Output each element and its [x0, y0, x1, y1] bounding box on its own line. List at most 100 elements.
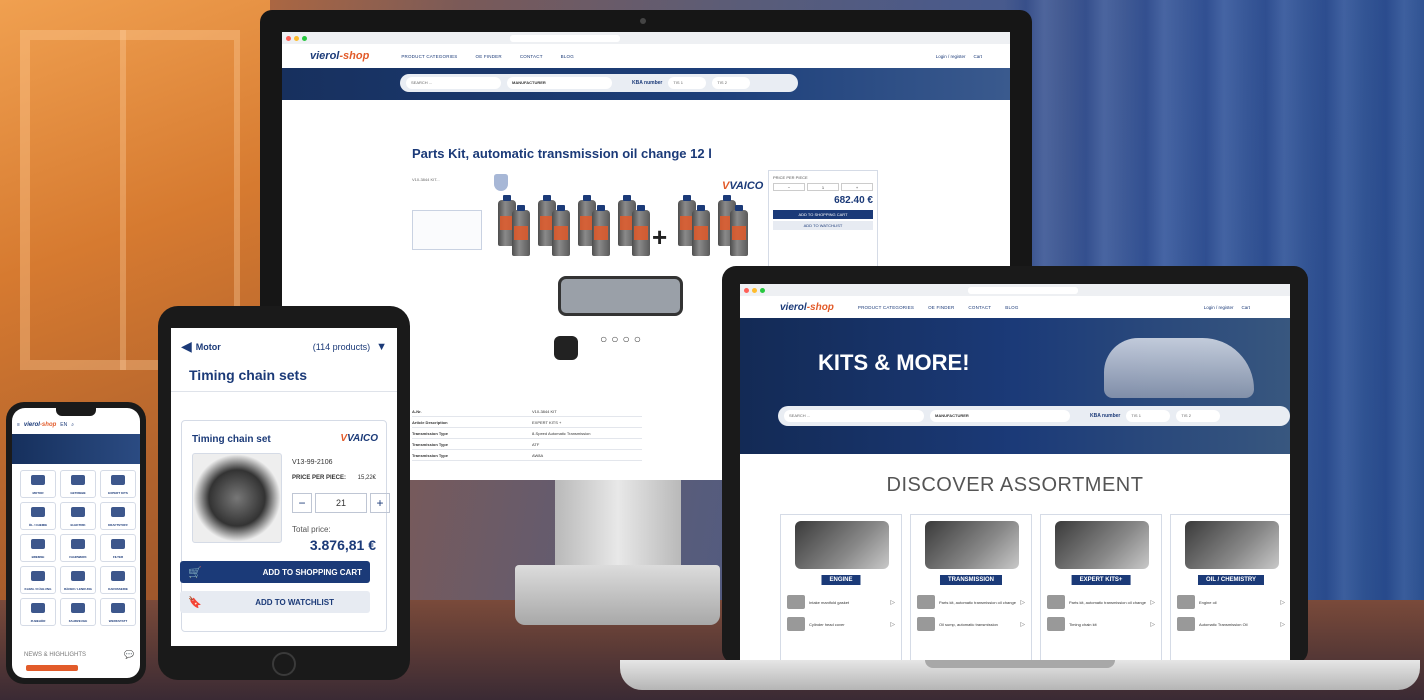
article-number: V10-3844 KIT...: [412, 177, 440, 182]
search-input[interactable]: SEARCH ...: [406, 77, 501, 89]
window-minimize-dot[interactable]: [752, 287, 757, 293]
list-item[interactable]: Automatic Transmission Oil ▷: [1177, 615, 1285, 633]
kba-label: KBA number: [1090, 413, 1121, 419]
category-tile[interactable]: GETRIEBE: [60, 470, 96, 498]
filter-icon[interactable]: ▼: [376, 341, 387, 353]
login-link[interactable]: Login / register: [1204, 305, 1234, 310]
suspension-icon: [71, 539, 85, 549]
manufacturer-select[interactable]: MANUFACTURER: [930, 410, 1070, 422]
item-thumbnail: [1047, 595, 1065, 609]
login-link[interactable]: Login / register: [936, 54, 966, 59]
phone-screen: ≡ vierol-shop EN ⌕ MOTOR GETRIEBE EXPERT…: [12, 408, 140, 678]
search-bar: SEARCH ... MANUFACTURER KBA number TIS 1…: [400, 74, 798, 92]
site-logo[interactable]: vierol-shop: [780, 302, 834, 313]
category-tile[interactable]: ZUBEHÖR: [20, 598, 56, 626]
add-to-watchlist-button[interactable]: 🔖 ADD TO WATCHLIST: [180, 591, 370, 613]
category-tile[interactable]: MOTOR: [20, 470, 56, 498]
nav-product-categories[interactable]: PRODUCT CATEGORIES: [858, 305, 914, 310]
nav-blog[interactable]: BLOG: [1005, 305, 1018, 310]
chat-icon[interactable]: 💬: [124, 650, 134, 659]
category-tile[interactable]: RÄDER / LENKUNG: [60, 566, 96, 594]
category-tile[interactable]: KAROSSERIE: [100, 566, 136, 594]
back-arrow-icon[interactable]: ◀: [181, 338, 192, 355]
product-name[interactable]: Timing chain set: [192, 434, 271, 445]
manufacturer-select[interactable]: MANUFACTURER: [507, 77, 612, 89]
category-tile[interactable]: FAHRWERK: [60, 534, 96, 562]
category-tile[interactable]: FILTER: [100, 534, 136, 562]
qty-value[interactable]: 1: [807, 183, 839, 191]
category-card-oil-chemistry[interactable]: OIL / CHEMISTRY Engine oil ▷ Automatic Tr…: [1170, 514, 1290, 664]
qty-decrease-button[interactable]: −: [292, 493, 312, 513]
location-pin-icon: [111, 603, 125, 613]
add-to-cart-button[interactable]: 🛒 ADD TO SHOPPING CART: [180, 561, 370, 583]
category-tile[interactable]: WERKSTATT: [100, 598, 136, 626]
site-logo[interactable]: vierol-shop: [24, 422, 56, 428]
qty-input[interactable]: 21: [315, 493, 367, 513]
oil-bottle: [692, 205, 710, 256]
highlight-badge[interactable]: [26, 665, 78, 671]
kba-input-2[interactable]: TIS 2: [1176, 410, 1221, 422]
qty-decrease[interactable]: −: [773, 183, 805, 191]
cart-link[interactable]: Cart: [1241, 305, 1250, 310]
address-bar[interactable]: [510, 34, 620, 42]
list-item[interactable]: Engine oil ▷: [1177, 593, 1285, 611]
cart-link[interactable]: Cart: [973, 54, 982, 59]
monitor-stand: [555, 480, 681, 570]
product-image[interactable]: [192, 453, 282, 543]
quantity-stepper[interactable]: − 1 +: [773, 183, 873, 191]
menu-icon[interactable]: ≡: [17, 422, 20, 428]
category-tile[interactable]: FAHRZEUGE: [60, 598, 96, 626]
add-to-cart-button[interactable]: ADD TO SHOPPING CART: [773, 210, 873, 219]
category-cards: ENGINE Intake manifold gasket ▷ Cylinder …: [780, 514, 1290, 664]
tablet-home-button[interactable]: [272, 652, 296, 676]
site-logo[interactable]: vierol-shop: [310, 50, 369, 62]
qty-increase-button[interactable]: +: [370, 493, 390, 513]
product-card: Timing chain set VVAICO V13-99-2106 PRIC…: [180, 420, 390, 632]
kba-input-1[interactable]: TIS 1: [1126, 410, 1171, 422]
list-item[interactable]: Cylinder head cover ▷: [787, 615, 895, 633]
oil-bottle: [632, 205, 650, 256]
table-row: A-Nr. V10-3844 KIT: [412, 406, 642, 417]
category-card-transmission[interactable]: TRANSMISSION Parts kit, automatic transm…: [910, 514, 1032, 664]
browser-chrome: [282, 32, 1010, 44]
window-minimize-dot[interactable]: [294, 35, 299, 41]
card-label: ENGINE: [821, 575, 861, 585]
kba-input-1[interactable]: TIS 1: [668, 77, 707, 89]
window-close-dot[interactable]: [286, 35, 291, 41]
nav-product-categories[interactable]: PRODUCT CATEGORIES: [401, 54, 457, 59]
category-tile[interactable]: ÖL / CHEMIE: [20, 502, 56, 530]
product-thumbnail[interactable]: [412, 210, 482, 250]
kba-input-2[interactable]: TIS 2: [712, 77, 751, 89]
window-maximize-dot[interactable]: [302, 35, 307, 41]
nav-contact[interactable]: CONTACT: [968, 305, 991, 310]
address-bar[interactable]: [968, 286, 1078, 294]
list-item[interactable]: Intake manifold gasket ▷: [787, 593, 895, 611]
add-to-watchlist-button[interactable]: ADD TO WATCHLIST: [773, 221, 873, 230]
language-switch[interactable]: EN: [60, 422, 67, 428]
o-rings-image: ○○○○: [600, 332, 645, 346]
qty-increase[interactable]: +: [841, 183, 873, 191]
search-input[interactable]: SEARCH ...: [784, 410, 924, 422]
category-tile[interactable]: KLIMA / KÜHLUNG: [20, 566, 56, 594]
window-close-dot[interactable]: [744, 287, 749, 293]
window-maximize-dot[interactable]: [760, 287, 765, 293]
list-item[interactable]: Oil sump, automatic transmission ▷: [917, 615, 1025, 633]
nav-blog[interactable]: BLOG: [561, 54, 574, 59]
category-tile[interactable]: EXPERT KITS: [100, 470, 136, 498]
mobile-banner: [12, 434, 140, 464]
nav-oe-finder[interactable]: OE FINDER: [928, 305, 954, 310]
total-price: 682.40 €: [834, 195, 873, 206]
category-tile[interactable]: KRAFTSTOFF: [100, 502, 136, 530]
category-card-engine[interactable]: ENGINE Intake manifold gasket ▷ Cylinder …: [780, 514, 902, 664]
category-tile[interactable]: BREMSE: [20, 534, 56, 562]
list-item[interactable]: Parts kit, automatic transmission oil ch…: [917, 593, 1025, 611]
category-tile[interactable]: ELEKTRIK: [60, 502, 96, 530]
nav-contact[interactable]: CONTACT: [520, 54, 543, 59]
category-name[interactable]: Motor: [196, 342, 221, 352]
category-card-expert-kits[interactable]: EXPERT KITS+ Parts kit, automatic transm…: [1040, 514, 1162, 664]
list-item[interactable]: Timing chain kit ▷: [1047, 615, 1155, 633]
nav-oe-finder[interactable]: OE FINDER: [476, 54, 502, 59]
item-thumbnail: [787, 595, 805, 609]
search-icon[interactable]: ⌕: [71, 422, 74, 428]
list-item[interactable]: Parts kit, automatic transmission oil ch…: [1047, 593, 1155, 611]
